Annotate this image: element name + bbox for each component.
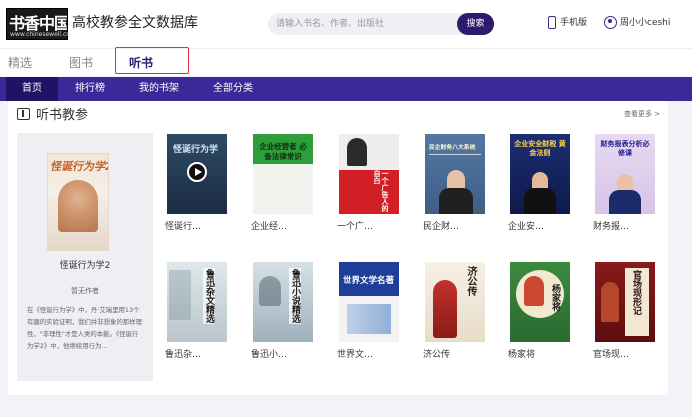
book-cover[interactable]: 世界文学名著 [339,262,399,342]
phone-icon [548,16,556,29]
tab-selected[interactable]: 精选 [8,54,32,71]
user-name: 周小小ceshi [620,18,671,28]
featured-book-cover[interactable]: 怪诞行为学2 [47,153,109,251]
logo-url: www.chinesewell.cn [10,31,71,38]
view-more-link[interactable]: 查看更多 > [624,109,660,119]
book-title[interactable]: 一个广… [337,219,407,232]
book-title[interactable]: 鲁迅杂… [165,347,235,360]
nav-home[interactable]: 首页 [6,77,58,101]
book-title[interactable]: 官场现… [593,347,663,360]
featured-book-title[interactable]: 怪诞行为学2 [17,258,153,271]
site-title: 高校教参全文数据库 [72,15,198,31]
book-title[interactable]: 杨家将 [508,347,578,360]
mobile-version-link[interactable]: 手机版 [548,15,587,33]
site-logo[interactable]: 书香中国 www.chinesewell.cn [6,8,71,40]
play-icon[interactable] [187,162,207,182]
book-title[interactable]: 怪诞行… [165,219,235,232]
book-cover[interactable]: 鲁迅杂文精选 [167,262,227,342]
book-title[interactable]: 世界文… [337,347,407,360]
nav-ranking[interactable]: 排行榜 [64,77,116,101]
search-button[interactable]: 搜索 [457,13,494,35]
category-tabs: 精选 图书 听书 [0,48,692,76]
nav-all-categories[interactable]: 全部分类 [202,77,264,101]
active-tab-highlight [115,47,189,74]
featured-book-author: 暂无作者 [71,287,99,295]
book-title[interactable]: 企业经… [251,219,321,232]
book-cover[interactable]: 怪诞行为学 [167,134,227,214]
book-cover[interactable]: 民企财务八大系统 [425,134,485,214]
audiobook-section: 听书教参 查看更多 > 怪诞行为学2 怪诞行为学2 暂无作者 在《怪诞行为学》中… [8,101,668,395]
book-cover[interactable]: 官场现形记 [595,262,655,342]
book-title[interactable]: 财务报… [593,219,663,232]
header: 书香中国 www.chinesewell.cn 高校教参全文数据库 搜索 手机版… [0,0,692,48]
book-title[interactable]: 济公传 [423,347,493,360]
book-cover[interactable]: 鲁迅小说精选 [253,262,313,342]
section-title: 听书教参 [36,108,89,123]
book-cover[interactable]: 企业经营者 必备法律常识 [253,134,313,214]
book-cover[interactable]: 一个广告人的自白 [339,134,399,214]
search-input[interactable] [276,13,456,35]
main-nav: 首页 排行榜 我的书架 全部分类 [0,77,692,101]
mobile-label: 手机版 [560,18,588,28]
featured-book-description: 在《怪诞行为学》中，丹·艾瑞里用13个有趣的实验证明，我们并非想象的那样理性，"… [27,306,143,350]
book-title[interactable]: 企业安… [508,219,578,232]
book-cover[interactable]: 财务报表分析必修课 [595,134,655,214]
book-cover[interactable]: 济公传 [425,262,485,342]
nav-my-shelf[interactable]: 我的书架 [128,77,190,101]
book-title[interactable]: 民企财… [423,219,493,232]
book-cover[interactable]: 杨家将 [510,262,570,342]
featured-book[interactable]: 怪诞行为学2 怪诞行为学2 暂无作者 在《怪诞行为学》中，丹·艾瑞里用13个有趣… [17,133,153,381]
user-icon [604,16,617,29]
book-title[interactable]: 鲁迅小… [251,347,321,360]
featured-cover-text: 怪诞行为学2 [50,160,108,173]
user-menu[interactable]: 周小小ceshi [604,15,670,33]
tab-books[interactable]: 图书 [69,54,93,71]
book-icon [17,108,30,120]
book-cover[interactable]: 企业安全财税 黄金法则 [510,134,570,214]
